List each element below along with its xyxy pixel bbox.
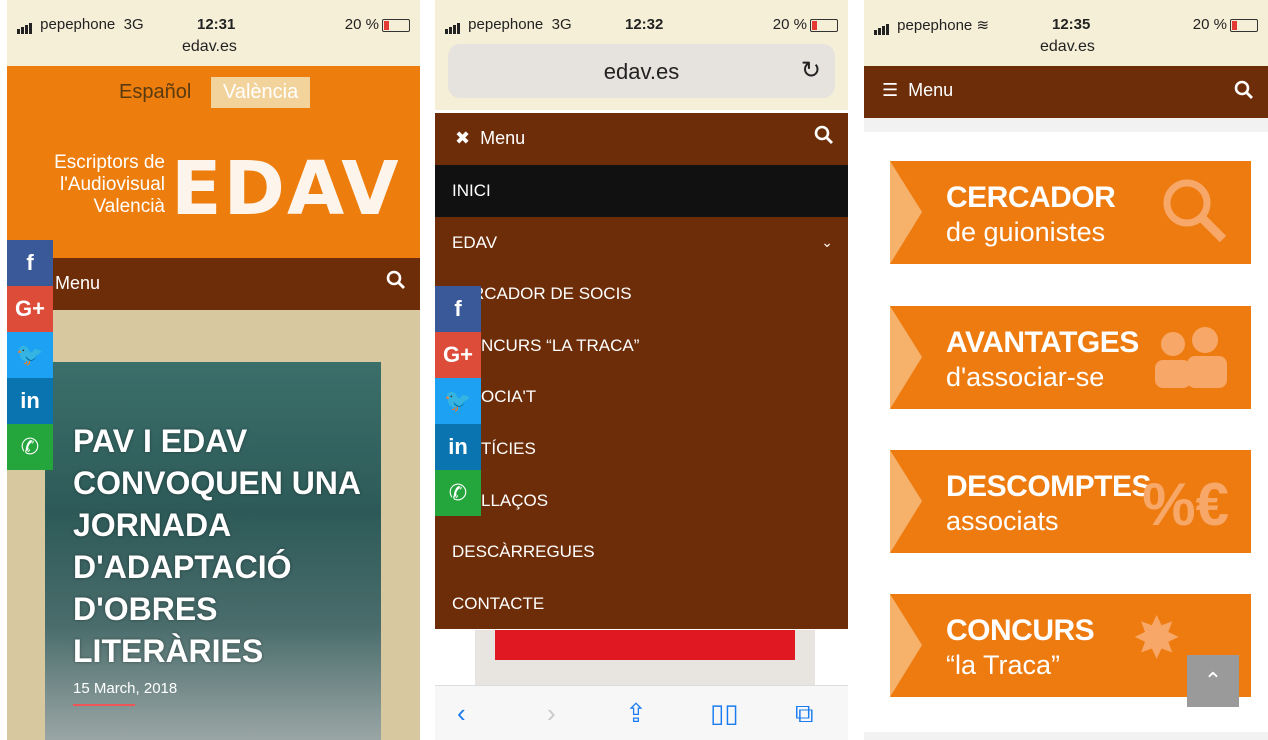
google-plus-icon[interactable]: G+ [7, 286, 53, 332]
signal-icon [874, 18, 890, 35]
banner-cercador[interactable]: CERCADOR de guionistes [890, 161, 1251, 264]
address-bar[interactable]: edav.es ↻ [448, 44, 835, 98]
menu-bar: Menu [7, 258, 420, 310]
lang-valencian-link[interactable]: València [211, 77, 311, 108]
social-share-bar: f G+ 🐦 in ✆ [435, 286, 481, 516]
signal-icon [17, 17, 33, 34]
twitter-icon[interactable]: 🐦 [7, 332, 53, 378]
search-icon[interactable] [386, 270, 406, 295]
status-bar: pepephone 3G 12:32 20 % edav.es ↻ [435, 0, 848, 110]
menu-bar: ☰ Menu [864, 66, 1268, 118]
battery-icon [810, 18, 838, 32]
facebook-icon[interactable]: f [7, 240, 53, 286]
nav-item-associat[interactable]: OCIA'T [435, 371, 848, 423]
status-bar: pepephone 3G 12:31 edav.es 20 % [7, 0, 420, 66]
browser-toolbar: ‹ › ⇪ ▯▯ ⧉ [435, 685, 848, 740]
banner-arrow [890, 594, 922, 697]
url-label: edav.es [182, 38, 237, 55]
reload-icon[interactable]: ↻ [801, 56, 821, 85]
banner-descomptes[interactable]: DESCOMPTES associats %€ [890, 450, 1251, 553]
linkedin-icon[interactable]: in [7, 378, 53, 424]
menu-bar: ✖ Menu [435, 113, 848, 165]
battery: 20 % [345, 16, 410, 33]
banner-avantatges[interactable]: AVANTATGES d'associar-se [890, 306, 1251, 409]
menu-toggle[interactable]: ☰ Menu [882, 80, 953, 101]
carrier: pepephone 3G [445, 16, 572, 34]
google-plus-icon[interactable]: G+ [435, 332, 481, 378]
search-icon [1159, 175, 1229, 260]
nav-item-cercador-de-socis[interactable]: RCADOR DE SOCIS [435, 268, 848, 320]
article-date: 15 March, 2018 [73, 680, 178, 697]
social-share-bar: f G+ 🐦 in ✆ [7, 240, 53, 470]
chevron-down-icon: ⌄ [821, 233, 833, 250]
site-logo[interactable]: EDAV [171, 146, 401, 232]
menu-toggle[interactable]: Menu [55, 273, 100, 294]
close-menu[interactable]: ✖ Menu [455, 128, 525, 149]
banner-arrow [890, 450, 922, 553]
page-banner-fragment [475, 630, 815, 686]
battery: 20 % [1193, 16, 1258, 33]
wifi-icon: ≋ [976, 17, 990, 34]
share-icon[interactable]: ⇪ [625, 698, 647, 729]
nav-item-descarregues[interactable]: DESCÀRREGUES [435, 526, 848, 578]
site-logo-text: Escriptors de l'Audiovisual Valencià [54, 152, 165, 217]
facebook-icon[interactable]: f [435, 286, 481, 332]
search-icon[interactable] [1234, 80, 1254, 105]
whatsapp-icon[interactable]: ✆ [435, 470, 481, 516]
battery-icon [382, 18, 410, 32]
carrier: pepephone 3G [17, 16, 144, 34]
banner-arrow [890, 161, 922, 264]
clock: 12:35 [1052, 16, 1091, 33]
article-title[interactable]: PAV I EDAV CONVOQUEN UNA JORNADA D'ADAPT… [73, 420, 373, 672]
phone-screen-1: pepephone 3G 12:31 edav.es 20 % Español … [7, 0, 420, 740]
article-card[interactable]: PAV I EDAV CONVOQUEN UNA JORNADA D'ADAPT… [45, 362, 381, 740]
whatsapp-icon[interactable]: ✆ [7, 424, 53, 470]
battery-icon [1230, 18, 1258, 32]
site-header: Español València Escriptors de l'Audiovi… [7, 66, 420, 258]
people-icon [1149, 324, 1229, 405]
bookmarks-icon[interactable]: ▯▯ [710, 698, 739, 729]
battery: 20 % [773, 16, 838, 33]
carrier: pepephone ≋ [874, 16, 989, 35]
percent-euro-icon: %€ [1142, 471, 1229, 538]
linkedin-icon[interactable]: in [435, 424, 481, 470]
nav-item-edav[interactable]: EDAV ⌄ [435, 217, 848, 269]
twitter-icon[interactable]: 🐦 [435, 378, 481, 424]
clock: 12:31 [197, 16, 236, 33]
lang-spanish-link[interactable]: Español [119, 81, 191, 104]
nav-menu: INICI EDAV ⌄ RCADOR DE SOCIS NCURS “LA TR… [435, 165, 848, 629]
nav-item-enllacos[interactable]: LLAÇOS [435, 475, 848, 527]
signal-icon [445, 17, 461, 34]
phone-screen-3: pepephone ≋ 12:35 edav.es 20 % ☰ Menu CE… [864, 0, 1268, 740]
date-underline [73, 704, 135, 706]
phone-screen-2: pepephone 3G 12:32 20 % edav.es ↻ ✖ Menu… [435, 0, 848, 740]
nav-item-inici[interactable]: INICI [435, 165, 848, 217]
nav-item-concurs[interactable]: NCURS “LA TRACA” [435, 320, 848, 372]
back-icon[interactable]: ‹ [457, 698, 466, 729]
banner-arrow [890, 306, 922, 409]
address-text: edav.es [603, 59, 680, 84]
clock: 12:32 [625, 16, 664, 33]
firework-icon: ✸ [1132, 606, 1181, 671]
nav-item-contacte[interactable]: CONTACTE [435, 578, 848, 630]
forward-icon[interactable]: › [547, 698, 556, 729]
nav-item-noticies[interactable]: TÍCIES [435, 423, 848, 475]
search-icon[interactable] [814, 125, 834, 150]
status-bar: pepephone ≋ 12:35 edav.es 20 % [864, 0, 1268, 66]
scroll-top-button[interactable]: ⌃ [1187, 655, 1239, 707]
tabs-icon[interactable]: ⧉ [795, 698, 814, 730]
url-label: edav.es [1040, 38, 1095, 55]
